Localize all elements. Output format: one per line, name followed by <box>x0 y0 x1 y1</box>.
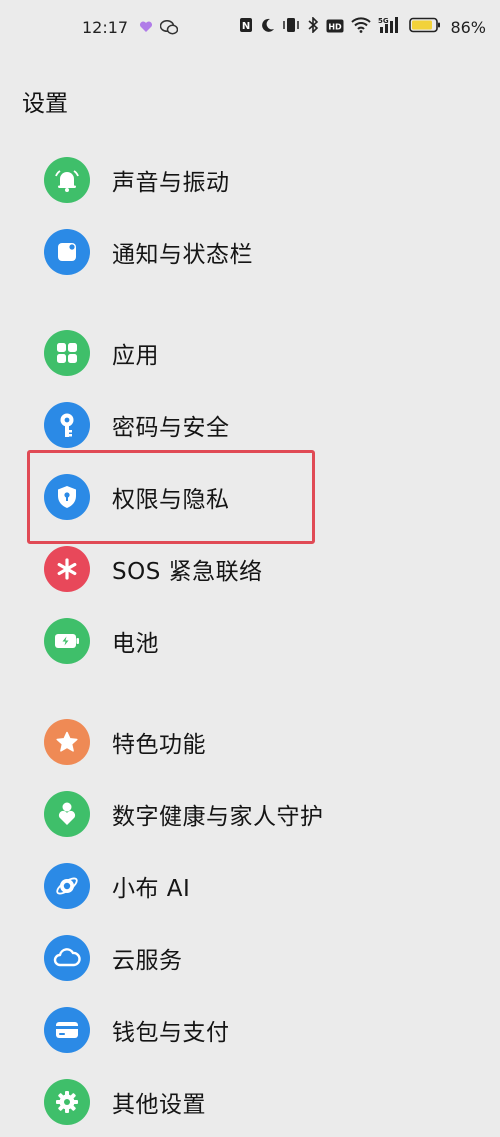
star-icon <box>44 719 90 765</box>
menu-item-battery[interactable]: 电池 <box>0 606 500 676</box>
menu-item-digital-wellbeing[interactable]: 数字健康与家人守护 <box>0 779 500 849</box>
vibrate-icon <box>282 17 300 37</box>
menu-label: 电池 <box>112 631 159 657</box>
menu-item-special-features[interactable]: 特色功能 <box>0 707 500 777</box>
menu-item-sound-vibration[interactable]: 声音与振动 <box>0 145 500 215</box>
menu-item-sos-emergency[interactable]: SOS 紧急联络 <box>0 534 500 604</box>
menu-label: SOS 紧急联络 <box>112 559 263 585</box>
heart-app-icon <box>139 19 153 38</box>
apps-grid-icon <box>44 330 90 376</box>
cellular-signal-icon: 5G <box>378 16 402 38</box>
menu-label: 钱包与支付 <box>112 1020 230 1046</box>
status-icons: N HD 5G 86% <box>239 16 486 38</box>
menu-item-cloud-service[interactable]: 云服务 <box>0 923 500 993</box>
sos-asterisk-icon <box>44 546 90 592</box>
ai-assistant-icon <box>44 863 90 909</box>
bell-icon <box>44 157 90 203</box>
menu-label: 通知与状态栏 <box>112 242 253 268</box>
nfc-icon: N <box>239 17 253 37</box>
key-icon <box>44 402 90 448</box>
menu-label: 特色功能 <box>112 732 206 758</box>
moon-icon <box>260 18 275 37</box>
battery-icon <box>44 618 90 664</box>
menu-item-apps[interactable]: 应用 <box>0 318 500 388</box>
status-bar: 12:17 N HD 5G 86% <box>0 0 500 58</box>
wallet-icon <box>44 1007 90 1053</box>
highlight-box <box>27 450 315 544</box>
menu-item-wallet-payment[interactable]: 钱包与支付 <box>0 995 500 1065</box>
menu-label: 云服务 <box>112 948 183 974</box>
svg-text:N: N <box>242 21 250 32</box>
status-time: 12:17 <box>82 18 129 37</box>
page-title: 设置 <box>22 91 68 117</box>
wifi-icon <box>351 17 372 37</box>
cloud-icon <box>44 935 90 981</box>
menu-label: 声音与振动 <box>112 170 230 196</box>
bluetooth-icon <box>307 16 319 37</box>
notification-icon <box>44 229 90 275</box>
menu-label: 密码与安全 <box>112 415 230 441</box>
battery-percent: 86% <box>450 17 486 37</box>
svg-text:5G: 5G <box>378 17 389 25</box>
menu-label: 应用 <box>112 343 159 369</box>
menu-item-notifications-statusbar[interactable]: 通知与状态栏 <box>0 217 500 287</box>
hd-icon: HD <box>326 18 344 37</box>
menu-item-other-settings[interactable]: 其他设置 <box>0 1067 500 1137</box>
wechat-icon <box>159 19 179 39</box>
svg-text:HD: HD <box>329 22 343 31</box>
menu-label: 其他设置 <box>112 1092 206 1118</box>
menu-item-xiaobu-ai[interactable]: 小布 AI <box>0 851 500 921</box>
battery-status-icon <box>409 17 441 37</box>
menu-label: 数字健康与家人守护 <box>112 804 324 830</box>
digital-wellbeing-icon <box>44 791 90 837</box>
menu-label: 小布 AI <box>112 876 191 902</box>
gear-icon <box>44 1079 90 1125</box>
